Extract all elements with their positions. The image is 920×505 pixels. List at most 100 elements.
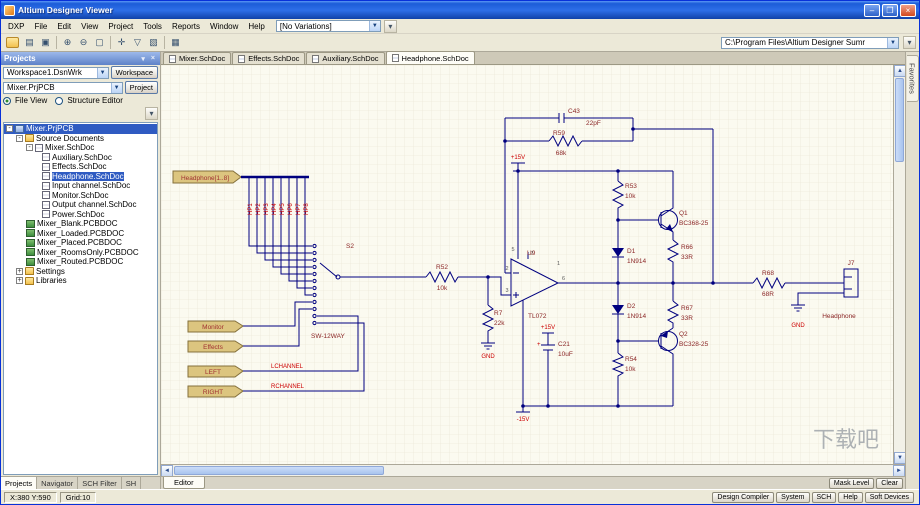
tree-options-icon[interactable]: ▾ xyxy=(145,107,158,120)
tree-item-mixer-routed-pcbdoc[interactable]: Mixer_Routed.PCBDOC xyxy=(4,257,157,267)
tree-item-mixer-roomsonly-pcbdoc[interactable]: Mixer_RoomsOnly.PCBDOC xyxy=(4,248,157,258)
menu-reports[interactable]: Reports xyxy=(167,21,205,32)
panel-tab-sch-filter[interactable]: SCH Filter xyxy=(78,477,122,489)
panel-tab-navigator[interactable]: Navigator xyxy=(37,477,79,489)
menu-dxp[interactable]: DXP xyxy=(3,21,29,32)
schematic-doc-icon xyxy=(42,200,50,209)
tree-item-input-channel-schdoc[interactable]: Input channel.SchDoc xyxy=(4,181,157,191)
address-combo[interactable]: C:\Program Files\Altium Designer Sumr ▼ xyxy=(721,36,899,49)
clear-button[interactable]: Clear xyxy=(876,477,903,489)
menu-help[interactable]: Help xyxy=(243,21,269,32)
print-icon[interactable]: ▤ xyxy=(22,35,37,50)
svg-text:1: 1 xyxy=(557,261,560,267)
tree-item-libraries[interactable]: Libraries xyxy=(4,276,157,286)
schematic-editor[interactable]: Headphone[1..8] HP1 HP2 HP3 HP4 HP5 HP6 … xyxy=(161,65,893,464)
menu-view[interactable]: View xyxy=(76,21,103,32)
svg-text:Q2: Q2 xyxy=(679,331,688,338)
expand-icon[interactable] xyxy=(6,125,13,133)
workspace-row: Workspace1.DsnWrk ▼ Workspace xyxy=(1,65,160,80)
tree-item-settings[interactable]: Settings xyxy=(4,267,157,277)
mask-level-button[interactable]: Mask Level xyxy=(828,477,875,489)
vertical-scrollbar[interactable]: ▲ ▼ xyxy=(893,65,906,464)
view-mode-row: File View Structure Editor xyxy=(1,95,160,106)
panel-close-icon[interactable]: × xyxy=(149,55,157,62)
expand-icon[interactable] xyxy=(16,134,23,142)
horizontal-scrollbar[interactable]: ◄ ► xyxy=(161,464,905,477)
editor-tab[interactable]: Editor xyxy=(163,477,205,489)
print-preview-icon[interactable]: ▣ xyxy=(38,35,53,50)
workspace-combo[interactable]: Workspace1.DsnWrk ▼ xyxy=(3,66,109,79)
tree-item-mixer-placed-pcbdoc[interactable]: Mixer_Placed.PCBDOC xyxy=(4,238,157,248)
svg-text:HP7: HP7 xyxy=(296,203,302,215)
project-button[interactable]: Project xyxy=(124,81,158,94)
chevron-down-icon[interactable]: ▼ xyxy=(368,21,380,31)
minimize-button[interactable]: – xyxy=(864,3,880,17)
tree-item-auxiliary-schdoc[interactable]: Auxiliary.SchDoc xyxy=(4,153,157,163)
doc-tab-mixer[interactable]: Mixer.SchDoc xyxy=(163,52,232,64)
menu-project[interactable]: Project xyxy=(103,21,138,32)
structure-editor-radio[interactable] xyxy=(55,96,64,105)
zoom-in-icon[interactable]: ⊕ xyxy=(60,35,75,50)
expand-icon[interactable] xyxy=(16,277,23,285)
sch-panel-button[interactable]: SCH xyxy=(811,491,837,503)
open-icon[interactable] xyxy=(6,37,19,48)
horizontal-scroll-thumb[interactable] xyxy=(174,466,384,475)
grid-icon[interactable]: ▦ xyxy=(168,35,183,50)
chevron-down-icon[interactable]: ▼ xyxy=(110,82,122,93)
zoom-out-icon[interactable]: ⊖ xyxy=(76,35,91,50)
doc-tab-headphone[interactable]: Headphone.SchDoc xyxy=(385,51,475,64)
chevron-down-icon[interactable]: ▼ xyxy=(887,37,898,48)
file-view-radio[interactable] xyxy=(3,96,11,105)
chevron-down-icon[interactable]: ▼ xyxy=(96,67,108,78)
variations-combo[interactable]: [No Variations] ▼ xyxy=(275,20,381,32)
favorites-tab[interactable]: Favorites xyxy=(906,55,919,102)
menu-file[interactable]: File xyxy=(29,21,52,32)
doc-tab-effects[interactable]: Effects.SchDoc xyxy=(232,52,306,64)
expand-icon[interactable] xyxy=(26,144,33,152)
toolbar-separator xyxy=(56,36,57,49)
filter-icon[interactable]: ▽ xyxy=(130,35,145,50)
schematic-canvas[interactable]: Headphone[1..8] HP1 HP2 HP3 HP4 HP5 HP6 … xyxy=(161,65,893,464)
projects-panel-header[interactable]: Projects ▾ × xyxy=(1,52,160,65)
title-bar[interactable]: Altium Designer Viewer – ❒ × xyxy=(1,1,919,19)
expand-icon[interactable] xyxy=(16,267,23,275)
maximize-button[interactable]: ❒ xyxy=(882,3,898,17)
menu-edit[interactable]: Edit xyxy=(52,21,76,32)
svg-text:RIGHT: RIGHT xyxy=(203,389,223,396)
tree-item-project[interactable]: Mixer.PrjPCB xyxy=(4,124,157,134)
design-compiler-panel-button[interactable]: Design Compiler xyxy=(712,491,775,503)
tree-item-source-documents[interactable]: Source Documents xyxy=(4,134,157,144)
tree-item-effects-schdoc[interactable]: Effects.SchDoc xyxy=(4,162,157,172)
tree-item-mixer-loaded-pcbdoc[interactable]: Mixer_Loaded.PCBDOC xyxy=(4,229,157,239)
sheet-icon xyxy=(312,54,320,63)
workspace-button[interactable]: Workspace xyxy=(110,66,158,79)
mask-icon[interactable]: ▧ xyxy=(146,35,161,50)
svg-text:R59: R59 xyxy=(553,130,565,137)
tree-item-output-channel-schdoc[interactable]: Output channel.SchDoc xyxy=(4,200,157,210)
close-button[interactable]: × xyxy=(900,3,916,17)
menu-window[interactable]: Window xyxy=(205,21,243,32)
menu-tools[interactable]: Tools xyxy=(138,21,167,32)
system-panel-button[interactable]: System xyxy=(776,491,810,503)
tree-item-headphone-schdoc[interactable]: Headphone.SchDoc xyxy=(4,171,157,182)
cross-probe-icon[interactable]: ✛ xyxy=(114,35,129,50)
tree-item-power-schdoc[interactable]: Power.SchDoc xyxy=(4,210,157,220)
panel-menu-icon[interactable]: ▾ xyxy=(139,55,147,63)
tree-item-monitor-schdoc[interactable]: Monitor.SchDoc xyxy=(4,191,157,201)
svg-text:1N914: 1N914 xyxy=(627,313,647,320)
address-go-icon[interactable]: ▾ xyxy=(903,36,916,49)
doc-tab-auxiliary[interactable]: Auxiliary.SchDoc xyxy=(306,52,385,64)
vertical-scroll-thumb[interactable] xyxy=(895,78,904,162)
soft-devices-panel-button[interactable]: Soft Devices xyxy=(864,491,914,503)
help-panel-button[interactable]: Help xyxy=(838,491,863,503)
svg-text:R7: R7 xyxy=(494,310,503,317)
pcb-doc-icon xyxy=(26,229,35,238)
panel-tab-projects[interactable]: Projects xyxy=(1,477,38,489)
zoom-fit-icon[interactable]: ▢ xyxy=(92,35,107,50)
panel-tab-more[interactable]: SH xyxy=(122,477,142,489)
project-combo[interactable]: Mixer.PrjPCB ▼ xyxy=(3,81,123,94)
tree-item-mixer-schdoc[interactable]: Mixer.SchDoc xyxy=(4,143,157,153)
tree-item-mixer-blank-pcbdoc[interactable]: Mixer_Blank.PCBDOC xyxy=(4,219,157,229)
menu-bar: DXP File Edit View Project Tools Reports… xyxy=(1,19,919,34)
variation-settings-icon[interactable]: ▾ xyxy=(383,19,397,33)
